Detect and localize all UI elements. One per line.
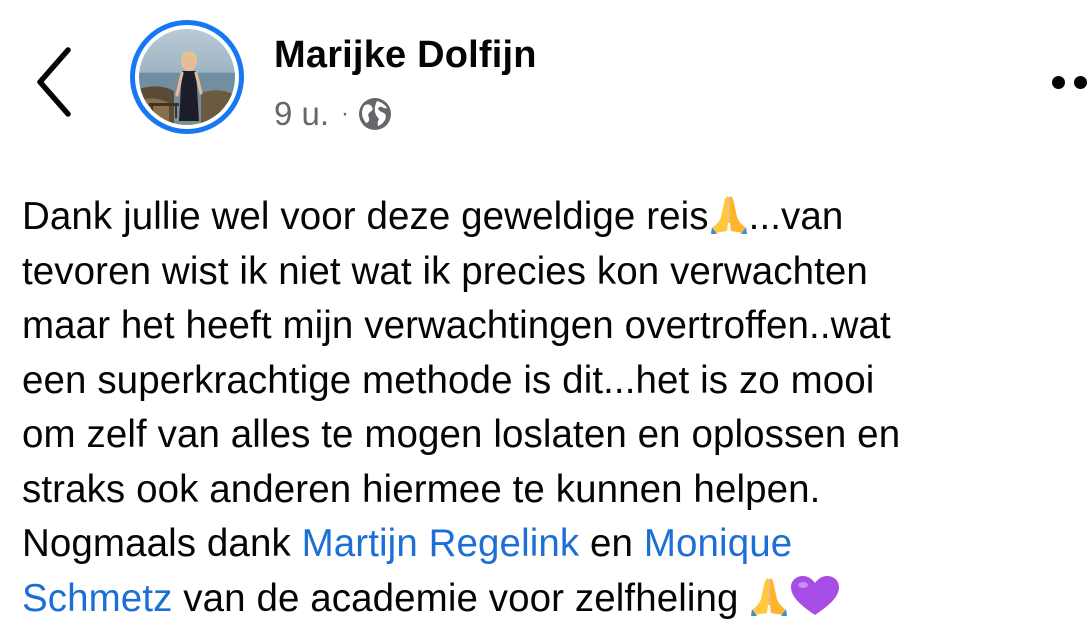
more-options-button[interactable] xyxy=(1052,74,1088,94)
post-line: Dank jullie wel voor deze geweldige reis… xyxy=(22,190,1082,245)
mention-martijn-regelink[interactable]: Martijn Regelink xyxy=(302,522,580,565)
post-text-segment: Nogmaals dank xyxy=(22,522,302,565)
timestamp[interactable]: 9 u. xyxy=(274,95,329,133)
post-line: tevoren wist ik niet wat ik precies kon … xyxy=(22,249,868,293)
more-options-icon xyxy=(1052,76,1065,89)
folded-hands-emoji xyxy=(751,577,788,616)
meta-separator: · xyxy=(341,100,350,127)
chevron-left-icon xyxy=(37,47,71,117)
post-line: om zelf van alles te mogen loslaten en o… xyxy=(22,413,901,456)
mention-monique-schmetz-continued[interactable]: Schmetz xyxy=(22,577,172,620)
avatar xyxy=(139,29,235,125)
more-options-icon-dot xyxy=(1074,76,1087,89)
post-text: Dank jullie wel voor deze geweldige reis… xyxy=(22,190,1082,626)
post-line: een superkrachtige methode is dit...het … xyxy=(22,358,875,402)
post-line: Nogmaals dank Martijn Regelink en Moniqu… xyxy=(22,517,1082,572)
post-line: maar het heeft mijn verwachtingen overtr… xyxy=(22,304,891,347)
mention-monique-schmetz[interactable]: Monique xyxy=(644,522,792,565)
post-meta: 9 u. · xyxy=(274,94,393,134)
post-line: straks ook anderen hiermee te kunnen hel… xyxy=(22,467,821,511)
author-avatar[interactable] xyxy=(130,20,244,134)
post-text-segment: Dank jullie wel voor deze geweldige reis xyxy=(22,195,709,238)
post-text-segment: ...van xyxy=(748,195,844,238)
post-line: Schmetz van de academie voor zelfheling xyxy=(22,572,1082,627)
back-button[interactable] xyxy=(28,44,78,120)
post-text-segment: en xyxy=(579,522,644,565)
post-text-segment: van de academie voor zelfheling xyxy=(172,576,750,620)
globe-icon[interactable] xyxy=(357,96,393,132)
purple-heart-emoji xyxy=(791,575,840,615)
folded-hands-emoji xyxy=(710,196,747,234)
author-name[interactable]: Marijke Dolfijn xyxy=(274,34,537,77)
